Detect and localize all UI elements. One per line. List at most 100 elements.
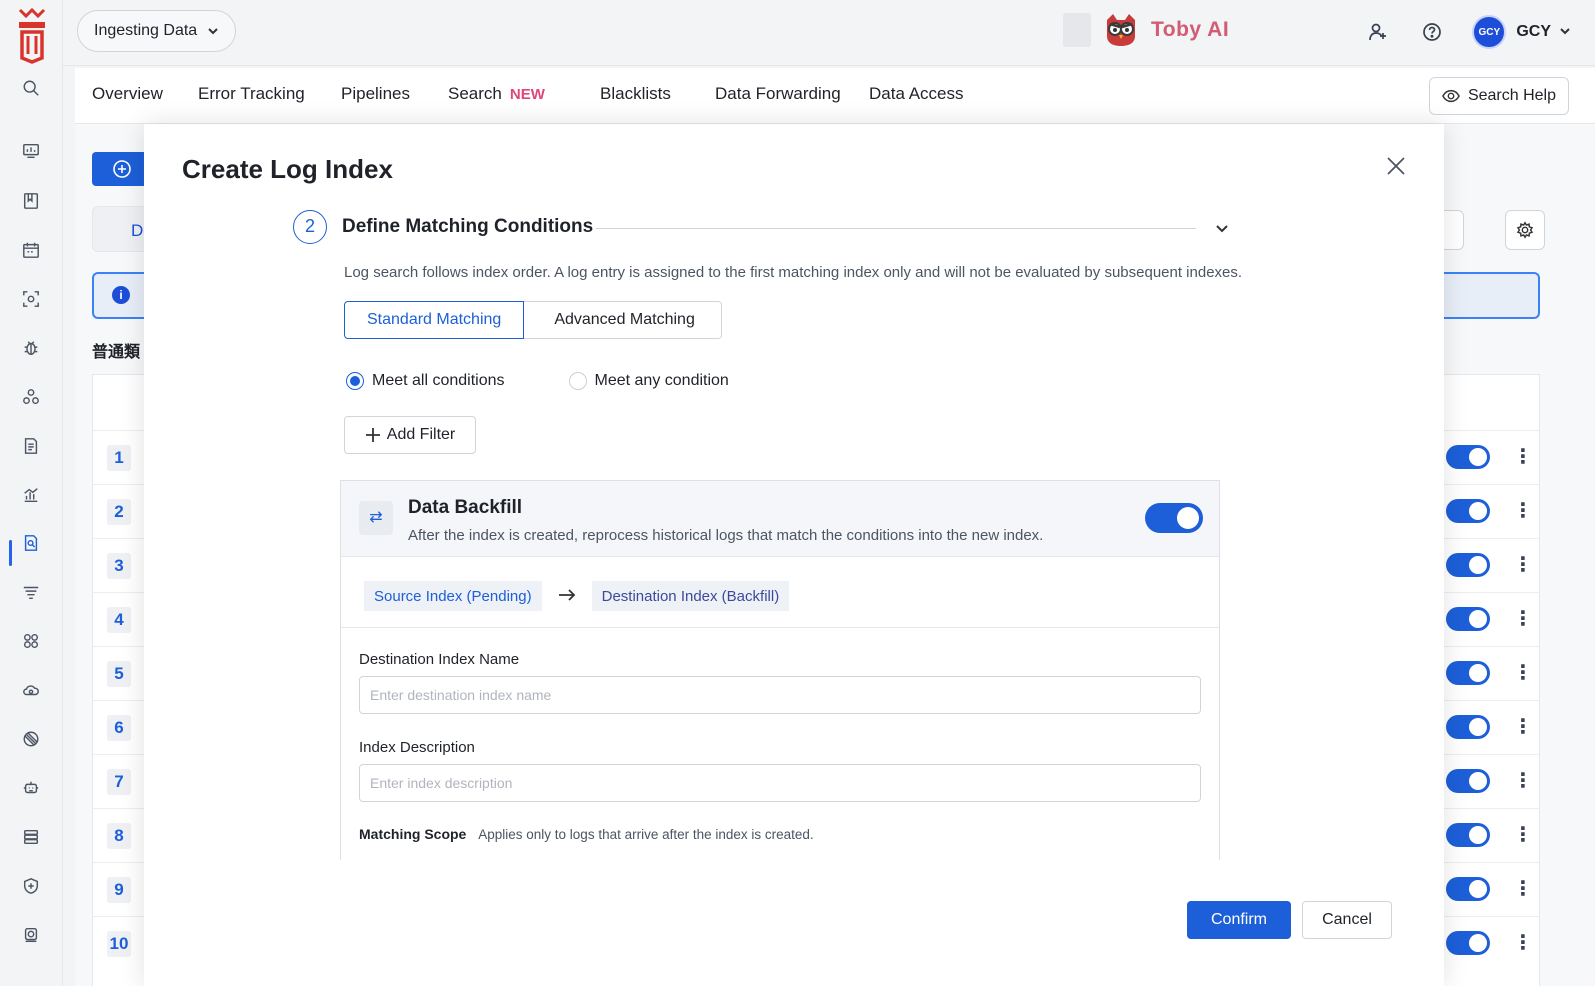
blocked-icon[interactable] — [20, 728, 42, 750]
row-toggle[interactable] — [1446, 823, 1490, 847]
filter-list-icon[interactable] — [20, 581, 42, 603]
add-filter-button[interactable]: Add Filter — [344, 416, 476, 454]
row-number: 5 — [107, 661, 131, 687]
more-icon[interactable]: ⋮ — [1513, 931, 1533, 955]
more-icon[interactable]: ⋮ — [1513, 823, 1533, 847]
plus-circle-icon — [113, 160, 131, 178]
help-icon[interactable] — [1412, 12, 1452, 52]
backfill-header: ⇄ Data Backfill After the index is creat… — [341, 481, 1219, 557]
matching-scope-label: Matching Scope — [359, 826, 467, 842]
tab-data-forwarding[interactable]: Data Forwarding — [715, 84, 841, 104]
database-icon[interactable] — [20, 826, 42, 848]
backfill-title: Data Backfill — [408, 497, 523, 518]
condition-mode-radios: Meet all conditions Meet any condition — [346, 372, 729, 390]
search-help-label: Search Help — [1467, 87, 1556, 104]
modal-title: Create Log Index — [182, 154, 393, 184]
tab-standard-matching[interactable]: Standard Matching — [344, 301, 525, 339]
scan-icon[interactable] — [20, 288, 42, 310]
row-number: 7 — [107, 769, 131, 795]
apps-icon[interactable] — [20, 630, 42, 652]
log-search-icon[interactable] — [20, 532, 42, 554]
row-number: 4 — [107, 607, 131, 633]
confirm-button[interactable]: Confirm — [1187, 901, 1291, 939]
user-name[interactable]: GCY — [1516, 23, 1551, 41]
toby-ai-button[interactable]: Toby AI — [1063, 12, 1229, 48]
dashboard-icon[interactable] — [20, 140, 42, 162]
row-toggle[interactable] — [1446, 877, 1490, 901]
matching-scope-note: Applies only to logs that arrive after t… — [478, 827, 814, 842]
index-description-input[interactable] — [359, 764, 1201, 802]
section-label: 普通類 — [92, 344, 141, 361]
cloud-icon[interactable] — [20, 679, 42, 701]
tab-error-tracking[interactable]: Error Tracking — [198, 84, 305, 104]
nodes-icon[interactable] — [20, 386, 42, 408]
destination-index-name-input[interactable] — [359, 676, 1201, 714]
info-icon: i — [112, 286, 130, 304]
tab-blacklists[interactable]: Blacklists — [600, 84, 671, 104]
source-index-tag: Source Index (Pending) — [364, 581, 542, 611]
tab-overview[interactable]: Overview — [92, 84, 163, 104]
robot-icon[interactable] — [20, 777, 42, 799]
row-toggle[interactable] — [1446, 661, 1490, 685]
avatar[interactable]: GCY — [1472, 15, 1507, 49]
row-number: 10 — [107, 931, 131, 957]
row-toggle[interactable] — [1446, 445, 1490, 469]
row-toggle[interactable] — [1446, 715, 1490, 739]
tab-search[interactable]: Search NEW — [448, 84, 545, 104]
divider — [341, 627, 1219, 628]
backfill-toggle[interactable] — [1145, 503, 1203, 533]
user-area: GCY GCY — [1358, 12, 1595, 52]
calendar-icon[interactable] — [20, 239, 42, 261]
row-toggle[interactable] — [1446, 553, 1490, 577]
more-icon[interactable]: ⋮ — [1513, 877, 1533, 901]
toby-ai-label: Toby AI — [1151, 18, 1230, 41]
tab-search-label: Search — [448, 84, 502, 103]
toby-placeholder — [1063, 13, 1091, 47]
matching-mode-tabs: Standard Matching Advanced Matching — [344, 301, 722, 339]
radio-meet-all[interactable] — [346, 372, 364, 390]
search-icon[interactable] — [20, 77, 42, 99]
chart-icon[interactable] — [20, 484, 42, 506]
cancel-button[interactable]: Cancel — [1302, 901, 1392, 939]
camera-icon[interactable] — [20, 924, 42, 946]
step-title: Define Matching Conditions — [342, 216, 594, 237]
settings-button[interactable] — [1505, 210, 1545, 250]
chevron-down-icon[interactable] — [1214, 220, 1230, 236]
radio-meet-all-label[interactable]: Meet all conditions — [372, 372, 505, 390]
add-user-icon[interactable] — [1358, 12, 1398, 52]
more-icon[interactable]: ⋮ — [1513, 769, 1533, 793]
workspace-selector[interactable]: Ingesting Data — [77, 10, 237, 52]
row-number: 2 — [107, 499, 131, 525]
tab-advanced-matching[interactable]: Advanced Matching — [524, 301, 722, 339]
more-icon[interactable]: ⋮ — [1513, 607, 1533, 631]
tab-pipelines[interactable]: Pipelines — [341, 84, 410, 104]
more-icon[interactable]: ⋮ — [1513, 445, 1533, 469]
search-help-button[interactable]: Search Help — [1428, 77, 1569, 115]
arrow-right-icon — [558, 588, 576, 605]
shield-icon[interactable] — [20, 875, 42, 897]
document-icon[interactable] — [20, 435, 42, 457]
create-log-index-modal: Create Log Index 2 Define Matching Condi… — [144, 124, 1444, 986]
bug-icon[interactable] — [20, 337, 42, 359]
tab-data-access[interactable]: Data Access — [869, 84, 964, 104]
row-toggle[interactable] — [1446, 499, 1490, 523]
step-divider — [596, 228, 1196, 229]
more-icon[interactable]: ⋮ — [1513, 661, 1533, 685]
workspace-label: Ingesting Data — [94, 22, 198, 39]
row-toggle[interactable] — [1446, 607, 1490, 631]
chevron-down-icon — [208, 28, 218, 35]
gear-icon — [1516, 221, 1534, 239]
row-toggle[interactable] — [1446, 769, 1490, 793]
close-icon[interactable] — [1386, 156, 1406, 176]
new-badge: NEW — [509, 86, 545, 103]
chevron-down-icon[interactable] — [1559, 24, 1571, 40]
book-icon[interactable] — [20, 190, 42, 212]
row-toggle[interactable] — [1446, 931, 1490, 955]
app-logo[interactable] — [16, 6, 48, 64]
more-icon[interactable]: ⋮ — [1513, 715, 1533, 739]
radio-meet-any-label[interactable]: Meet any condition — [595, 372, 729, 390]
radio-meet-any[interactable] — [568, 372, 587, 390]
sidebar-active-indicator — [9, 540, 12, 566]
more-icon[interactable]: ⋮ — [1513, 499, 1533, 523]
more-icon[interactable]: ⋮ — [1513, 553, 1533, 577]
